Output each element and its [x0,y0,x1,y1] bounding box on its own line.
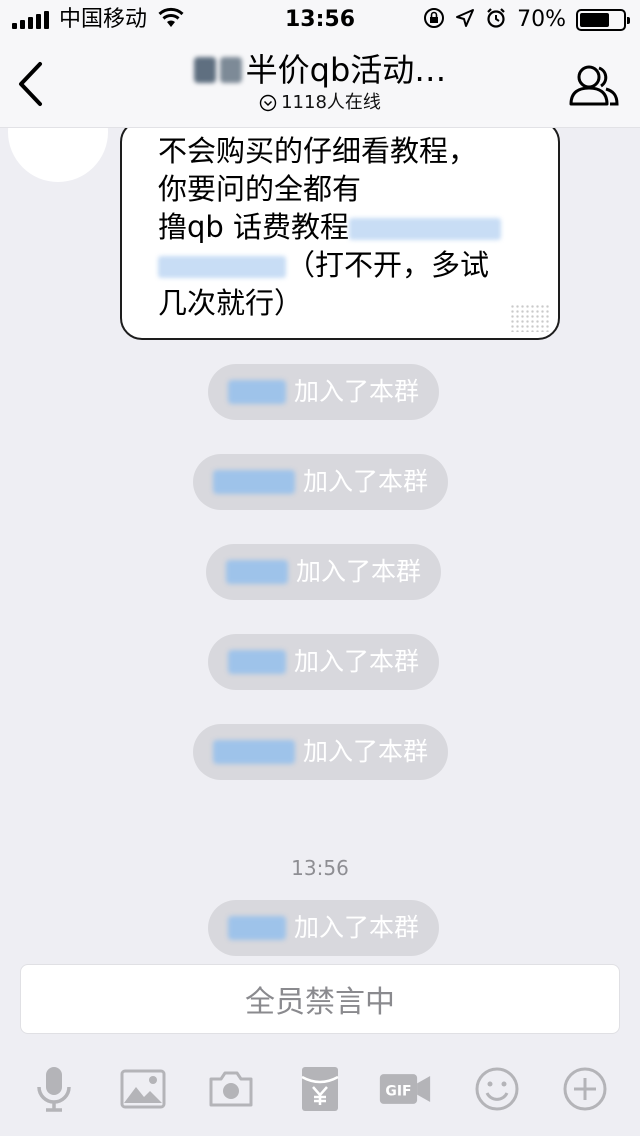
all-muted-label: 全员禁言中 [245,985,395,1020]
orientation-lock-icon [423,7,445,33]
input-toolbar: GIF [0,1048,640,1136]
nav-bar: 半价qb活动… 1118人在线 [0,40,640,128]
qq-group-chat-screen: 中国移动 13:56 70% 半价qb活动… 1118人在线 不会购买的仔细看教… [0,0,640,1136]
blurred-member-name[interactable] [228,380,286,404]
online-count: 1118人在线 [281,92,381,113]
online-chevron-icon [259,94,277,112]
blurred-member-name[interactable] [213,470,295,494]
emoji-button[interactable] [470,1064,524,1114]
status-bar: 中国移动 13:56 70% [0,0,640,40]
message-bubble[interactable]: 不会购买的仔细看教程， 你要问的全都有 撸qb 话费教程 （打不开，多试 几次就… [120,128,560,340]
back-button[interactable] [10,56,50,112]
message-line: 你要问的全都有 [158,172,362,206]
sender-avatar[interactable] [8,128,108,182]
location-icon [455,8,475,32]
message-line: 撸qb 话费教程 [158,210,350,244]
group-header[interactable]: 半价qb活动… 1118人在线 [120,50,520,116]
red-packet-icon [301,1067,339,1111]
plus-icon [563,1067,607,1111]
message-line: （打不开，多试 [286,248,490,282]
group-members-button[interactable] [568,60,620,110]
message-line: 不会购买的仔细看教程， [158,134,478,168]
system-notice: 加入了本群 [208,634,440,690]
battery-percent: 70% [517,7,566,32]
system-notice: 加入了本群 [208,364,440,420]
group-members-icon [569,65,619,106]
camera-icon [209,1071,253,1107]
system-notice-text: 加入了本群 [303,467,429,496]
svg-text:GIF: GIF [385,1084,411,1100]
battery-icon [576,9,630,31]
system-notice-text: 加入了本群 [303,737,429,766]
camera-button[interactable] [204,1064,258,1114]
blurred-member-name[interactable] [228,916,286,940]
system-notice-text: 加入了本群 [294,377,420,406]
message-line: 几次就行） [158,286,304,320]
emoji-icon [475,1067,519,1111]
blurred-link[interactable] [158,256,286,278]
blurred-member-name[interactable] [226,560,288,584]
gif-icon: GIF [379,1074,431,1104]
blurred-member-name[interactable] [228,650,286,674]
image-icon [120,1069,166,1109]
blurred-group-name-part [219,57,242,83]
microphone-icon [37,1067,71,1112]
voice-button[interactable] [27,1064,81,1114]
online-count-row[interactable]: 1118人在线 [120,90,520,116]
message-timestamp: 13:56 [291,856,349,880]
blurred-link[interactable] [349,218,502,240]
battery-fill [580,13,610,27]
system-notice: 加入了本群 [193,724,449,780]
photo-button[interactable] [116,1064,170,1114]
gif-button[interactable]: GIF [378,1064,432,1114]
back-icon [19,62,42,106]
system-notice: 加入了本群 [193,454,449,510]
status-right: 70% [423,7,630,33]
red-packet-button[interactable] [293,1064,347,1114]
system-notice: 加入了本群 [206,544,442,600]
bubble-decoration [510,304,550,332]
more-button[interactable] [558,1064,612,1114]
alarm-icon [485,7,507,33]
system-notice-text: 加入了本群 [294,913,420,942]
system-notice-text: 加入了本群 [294,647,420,676]
chat-message-list[interactable]: 不会购买的仔细看教程， 你要问的全都有 撸qb 话费教程 （打不开，多试 几次就… [0,128,640,960]
group-title: 半价qb活动… [245,51,447,89]
blurred-member-name[interactable] [213,740,295,764]
blurred-group-name-part [193,57,216,83]
all-muted-banner: 全员禁言中 [20,964,620,1034]
system-notice: 加入了本群 [208,900,440,956]
system-notice-text: 加入了本群 [296,557,422,586]
